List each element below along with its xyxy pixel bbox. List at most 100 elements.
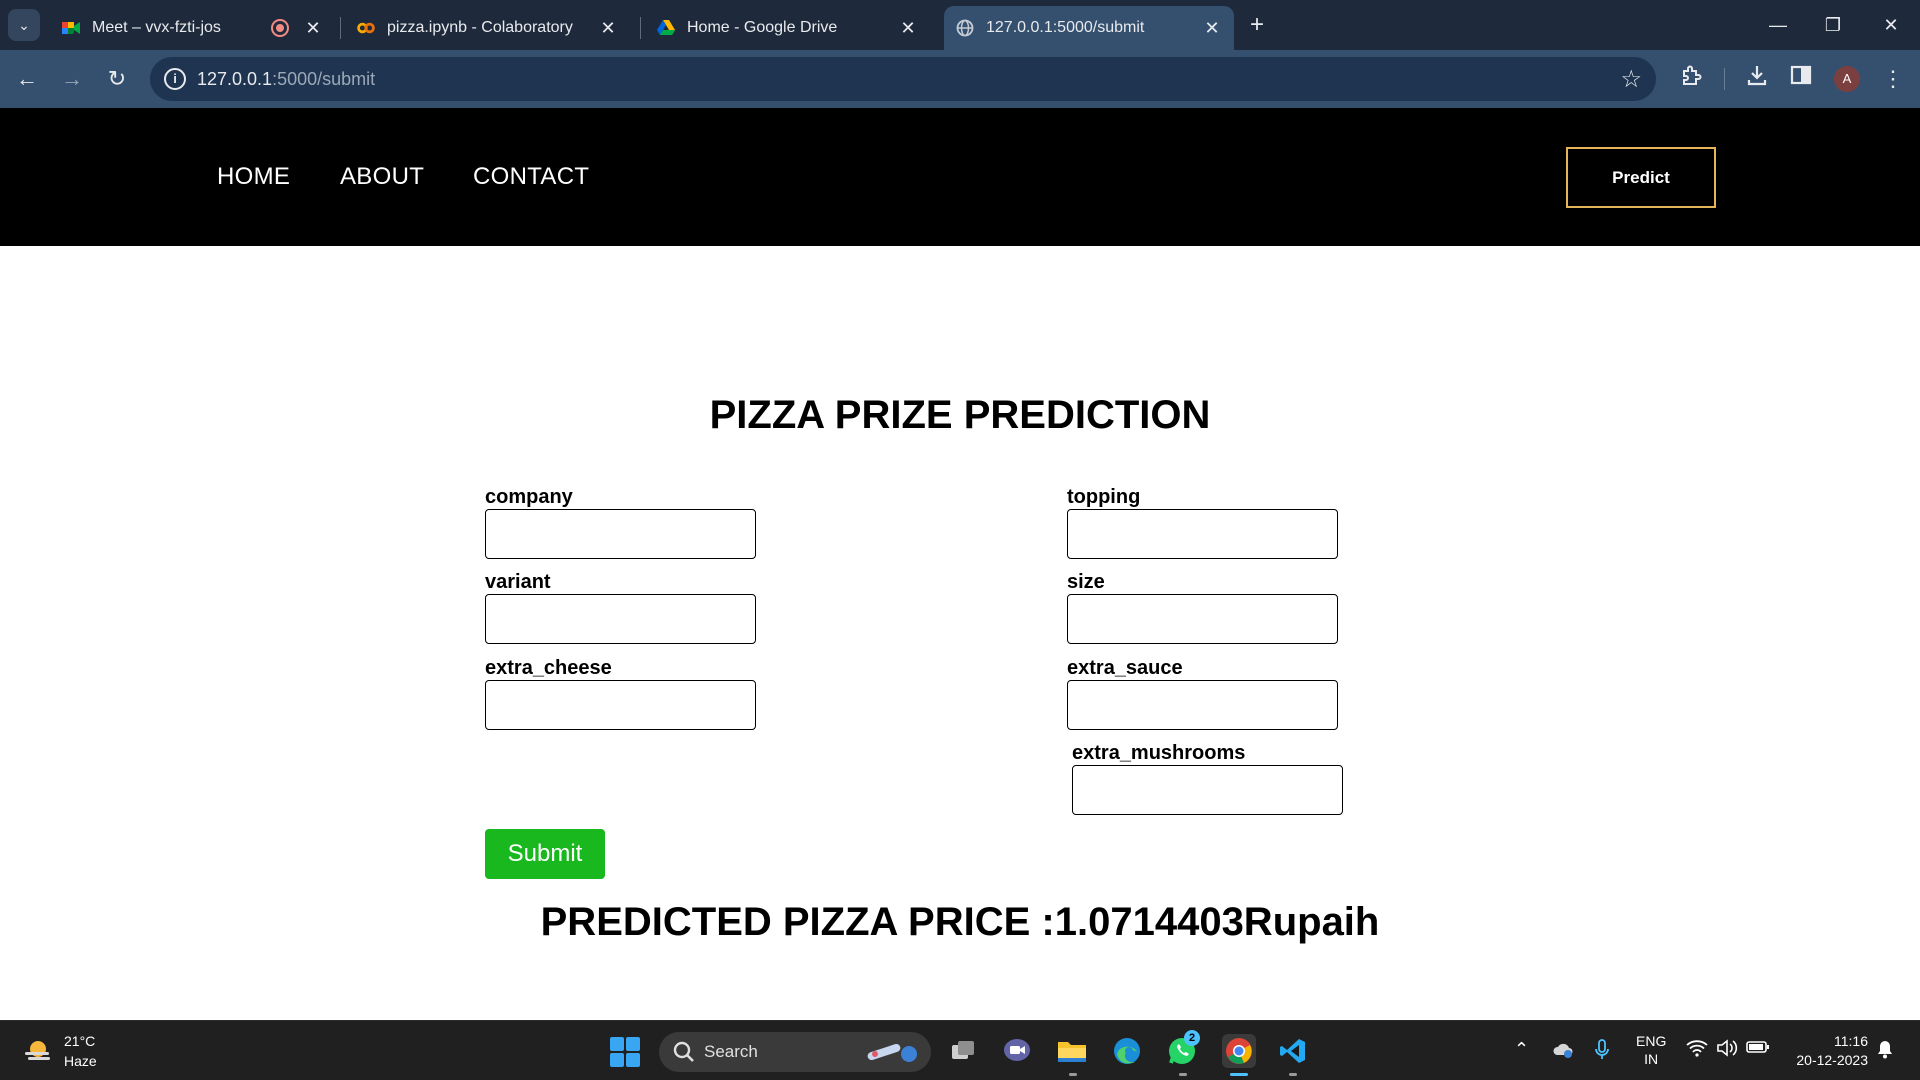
tab-title: 127.0.0.1:5000/submit — [986, 19, 1145, 36]
battery-icon[interactable] — [1746, 1039, 1770, 1060]
file-explorer-icon[interactable] — [1055, 1034, 1089, 1068]
teams-chat-icon[interactable] — [1000, 1034, 1034, 1068]
minimize-icon[interactable]: — — [1763, 10, 1793, 40]
google-drive-icon — [657, 19, 675, 37]
clock-date: 20-12-2023 — [1796, 1052, 1868, 1068]
microphone-icon[interactable] — [1594, 1039, 1610, 1066]
google-meet-icon — [62, 19, 80, 37]
tab-search-button[interactable]: ⌄ — [8, 9, 40, 41]
task-view-icon[interactable] — [946, 1034, 980, 1068]
running-indicator — [1179, 1073, 1187, 1076]
notification-bell-icon[interactable] — [1876, 1039, 1894, 1064]
extra-cheese-input[interactable] — [485, 680, 756, 730]
tab-title: Home - Google Drive — [687, 19, 838, 36]
tab-google-drive[interactable]: Home - Google Drive ✕ — [645, 6, 930, 50]
topping-field: topping — [1067, 487, 1339, 559]
page-title: PIZZA PRIZE PREDICTION — [709, 393, 1211, 437]
language-indicator[interactable]: ENG IN — [1636, 1032, 1666, 1068]
globe-icon — [956, 19, 974, 37]
nav-contact-link[interactable]: CONTACT — [473, 163, 589, 191]
nav-about-link[interactable]: ABOUT — [340, 163, 424, 191]
search-label: Search — [704, 1042, 758, 1061]
recording-icon — [271, 19, 289, 37]
submit-button[interactable]: Submit — [485, 829, 605, 879]
browser-tab-strip: ⌄ Meet – vvx-fzti-jos ✕ pizza.ipynb - Co… — [0, 0, 1920, 50]
browser-menu-icon[interactable]: ⋮ — [1878, 64, 1908, 94]
tab-colab[interactable]: pizza.ipynb - Colaboratory ✕ — [345, 6, 630, 50]
variant-field: variant — [485, 572, 757, 644]
extra-cheese-field: extra_cheese — [485, 658, 757, 730]
company-field: company — [485, 487, 757, 559]
variant-label: variant — [485, 571, 551, 593]
vscode-icon[interactable] — [1276, 1034, 1310, 1068]
tab-separator — [640, 17, 641, 39]
nav-home-link[interactable]: HOME — [217, 163, 290, 191]
url-path: :5000/submit — [272, 69, 376, 89]
edge-browser-icon[interactable] — [1110, 1034, 1144, 1068]
search-icon — [673, 1041, 694, 1062]
company-input[interactable] — [485, 509, 756, 559]
variant-input[interactable] — [485, 594, 756, 644]
browser-toolbar: ← → ↻ i 127.0.0.1:5000/submit ☆ ⋮ — [0, 50, 1920, 108]
running-indicator — [1069, 1073, 1077, 1076]
extra-sauce-field: extra_sauce — [1067, 658, 1339, 730]
topping-label: topping — [1067, 486, 1141, 508]
address-bar[interactable]: i 127.0.0.1:5000/submit ☆ — [150, 57, 1656, 101]
colab-icon — [357, 19, 375, 37]
windows-start-icon[interactable] — [610, 1037, 640, 1067]
site-info-icon[interactable]: i — [164, 68, 186, 90]
extra-mushrooms-input[interactable] — [1072, 765, 1343, 815]
volume-icon[interactable] — [1716, 1039, 1738, 1062]
extra-mushrooms-field: extra_mushrooms — [1072, 743, 1344, 815]
search-highlight-icon — [867, 1043, 917, 1062]
size-label: size — [1067, 571, 1105, 593]
clock-time: 11:16 — [1834, 1033, 1868, 1049]
onedrive-icon[interactable] — [1552, 1041, 1574, 1064]
tab-separator — [340, 17, 341, 39]
close-tab-icon[interactable]: ✕ — [898, 18, 918, 39]
weather-haze-icon[interactable] — [22, 1035, 54, 1067]
size-input[interactable] — [1067, 594, 1338, 644]
site-navbar: HOME ABOUT CONTACT Predict — [0, 108, 1920, 246]
system-clock[interactable]: 11:16 20-12-2023 — [1784, 1032, 1868, 1070]
side-panel-icon[interactable] — [1786, 64, 1816, 94]
close-tab-icon[interactable]: ✕ — [303, 18, 323, 39]
topping-input[interactable] — [1067, 509, 1338, 559]
windows-taskbar: 21°C Haze Search 2 ⌃ ENG IN 11:16 20-12-… — [0, 1020, 1920, 1080]
restore-icon[interactable]: ❐ — [1818, 10, 1848, 40]
close-window-icon[interactable]: ✕ — [1876, 10, 1906, 40]
tab-title: pizza.ipynb - Colaboratory — [387, 19, 573, 36]
extensions-icon[interactable] — [1676, 64, 1706, 94]
extra-cheese-label: extra_cheese — [485, 657, 612, 679]
profile-avatar[interactable]: A — [1834, 66, 1860, 92]
show-hidden-icons-icon[interactable]: ⌃ — [1514, 1039, 1529, 1060]
back-arrow-icon[interactable]: ← — [12, 64, 42, 94]
bookmark-star-icon[interactable]: ☆ — [1620, 65, 1642, 94]
size-field: size — [1067, 572, 1339, 644]
extra-sauce-input[interactable] — [1067, 680, 1338, 730]
running-indicator — [1289, 1073, 1297, 1076]
prediction-result: PREDICTED PIZZA PRICE :1.0714403Rupaih — [540, 900, 1380, 944]
weather-temperature: 21°C — [64, 1033, 96, 1049]
tab-title: Meet – vvx-fzti-jos — [92, 19, 221, 36]
extra-sauce-label: extra_sauce — [1067, 657, 1183, 679]
new-tab-button[interactable]: + — [1244, 12, 1270, 38]
download-icon[interactable] — [1742, 64, 1772, 94]
chrome-icon[interactable] — [1222, 1034, 1256, 1068]
toolbar-divider — [1724, 68, 1725, 90]
forward-arrow-icon[interactable]: → — [57, 64, 87, 94]
predict-button[interactable]: Predict — [1566, 147, 1716, 208]
tab-localhost-submit[interactable]: 127.0.0.1:5000/submit ✕ — [944, 6, 1234, 50]
region-code: IN — [1644, 1051, 1659, 1067]
wifi-icon[interactable] — [1686, 1039, 1708, 1062]
taskbar-search-box[interactable]: Search — [659, 1032, 931, 1072]
tab-meet[interactable]: Meet – vvx-fzti-jos ✕ — [50, 6, 335, 50]
close-tab-icon[interactable]: ✕ — [598, 18, 618, 39]
close-tab-icon[interactable]: ✕ — [1202, 18, 1222, 39]
reload-icon[interactable]: ↻ — [102, 64, 132, 94]
company-label: company — [485, 486, 573, 508]
active-app-indicator — [1230, 1073, 1248, 1076]
extra-mushrooms-label: extra_mushrooms — [1072, 742, 1246, 764]
url-text[interactable]: 127.0.0.1:5000/submit — [197, 69, 375, 90]
language-code: ENG — [1636, 1033, 1667, 1049]
